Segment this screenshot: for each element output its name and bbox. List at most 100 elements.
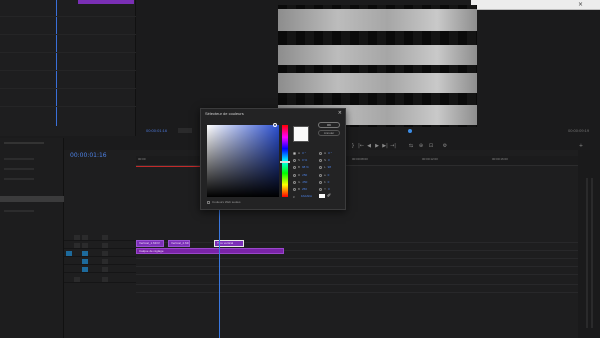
meter-bar — [586, 178, 588, 328]
checkbox-icon[interactable] — [207, 200, 210, 204]
track-target-icon[interactable] — [82, 251, 88, 256]
ruler-tick: 00:00:16:00 — [492, 157, 508, 161]
color-field-cursor[interactable] — [273, 123, 277, 127]
step-back-icon[interactable]: ◀ — [366, 143, 372, 149]
lab-y-field[interactable]: Y0 — [319, 187, 330, 191]
adjustment-layer-clip[interactable]: Calque de réglage — [136, 248, 284, 254]
track-header-row — [64, 234, 136, 241]
program-playhead[interactable] — [408, 129, 412, 133]
cancel-button[interactable]: Annuler — [318, 130, 340, 136]
insert-icon[interactable]: ⊕ — [418, 143, 424, 149]
track-target-icon[interactable] — [82, 259, 88, 264]
lab-h-field[interactable]: H0 ° — [319, 151, 332, 155]
rgb-b-field[interactable]: B 250 — [293, 187, 307, 191]
track-lanes — [136, 236, 578, 296]
track-target-icon[interactable] — [82, 267, 88, 272]
lift-icon[interactable]: ⇆ — [408, 143, 414, 149]
radio-icon[interactable] — [319, 173, 322, 177]
track-label[interactable] — [102, 277, 108, 282]
radio-icon[interactable] — [293, 173, 296, 177]
step-forward-icon[interactable]: ▶| — [382, 143, 388, 149]
track-headers — [64, 234, 136, 290]
track-header-row — [64, 250, 136, 257]
lab-a-field[interactable]: a0 — [319, 173, 329, 177]
list-item[interactable] — [4, 158, 34, 160]
divider — [0, 88, 136, 89]
divider — [0, 34, 136, 35]
timeline-clip[interactable]: Vertical_2.MOV — [168, 240, 190, 247]
hsb-s-field[interactable]: S0 % — [293, 158, 307, 162]
track-sync-icon[interactable] — [82, 243, 88, 248]
track-lane[interactable] — [136, 268, 578, 275]
radio-icon[interactable] — [319, 151, 322, 155]
export-frame-icon[interactable]: ⊡ — [428, 143, 434, 149]
panel-header — [4, 142, 44, 144]
radio-icon[interactable] — [319, 187, 322, 191]
ruler-tick: 00:00:12:00 — [422, 157, 438, 161]
settings-icon[interactable]: ⚙ — [442, 143, 448, 149]
radio-icon[interactable] — [293, 165, 296, 169]
selected-list-item[interactable] — [0, 196, 64, 202]
radio-icon[interactable] — [319, 180, 322, 184]
color-picker-dialog: Sélecteur de couleurs × OK Annuler H0 ° … — [200, 108, 346, 210]
track-label[interactable] — [102, 243, 108, 248]
track-lock-icon[interactable] — [74, 277, 80, 282]
image-stripe — [278, 45, 477, 65]
lab-b-field[interactable]: b0 — [319, 180, 329, 184]
radio-icon[interactable] — [293, 187, 296, 191]
web-colors-checkbox[interactable]: Couleurs Web seules — [207, 200, 240, 204]
radio-icon[interactable] — [293, 180, 296, 184]
dialog-title: Sélecteur de couleurs — [205, 111, 244, 116]
track-label[interactable] — [102, 259, 108, 264]
audio-meters — [578, 150, 600, 338]
close-icon[interactable]: × — [578, 1, 583, 8]
hsb-b-field[interactable]: B 98 % — [293, 165, 309, 169]
track-label[interactable] — [102, 267, 108, 272]
current-color-swatch — [319, 194, 325, 198]
track-lane[interactable] — [136, 286, 578, 293]
hsb-h-field[interactable]: H0 ° — [293, 151, 306, 155]
saturation-brightness-field[interactable] — [207, 125, 279, 197]
program-timecode[interactable]: 00:00:01:16 — [146, 128, 167, 133]
mark-out-icon[interactable]: } — [350, 143, 356, 149]
track-lane[interactable] — [136, 236, 578, 243]
program-duration: 00:00:09:19 — [568, 128, 590, 133]
timeline-clip[interactable]: Vertical_1.MOV — [136, 240, 164, 247]
lab-l-field[interactable]: L 98 — [319, 165, 331, 169]
effect-controls-panel — [0, 0, 136, 136]
play-icon[interactable]: ▶ — [374, 143, 380, 149]
hue-slider-handle[interactable] — [280, 161, 290, 163]
track-lock-icon[interactable] — [74, 235, 80, 240]
rgb-r-field[interactable]: R 250 — [293, 173, 307, 177]
mini-timeline-clip[interactable] — [78, 0, 134, 4]
hex-input[interactable]: FAFAFA — [301, 194, 312, 198]
go-to-in-icon[interactable]: |← — [358, 143, 364, 149]
divider — [0, 16, 136, 17]
eyedropper-icon[interactable]: ✐ — [327, 193, 331, 199]
list-item[interactable] — [4, 178, 34, 180]
source-patch-icon[interactable] — [66, 251, 72, 256]
rgb-g-field[interactable]: G 250 — [293, 180, 307, 184]
track-lane[interactable] — [136, 278, 578, 285]
timeline-timecode[interactable]: 00:00:01:16 — [70, 152, 107, 159]
list-item[interactable] — [4, 168, 34, 170]
track-lane[interactable] — [136, 260, 578, 267]
ok-button[interactable]: OK — [318, 122, 340, 128]
track-label[interactable] — [102, 235, 108, 240]
lab-s-field[interactable]: S0 — [319, 158, 330, 162]
close-icon[interactable]: × — [338, 110, 342, 116]
radio-icon[interactable] — [319, 158, 322, 162]
track-lock-icon[interactable] — [74, 243, 80, 248]
go-to-out-icon[interactable]: →| — [390, 143, 396, 149]
mini-timeline-playhead[interactable] — [56, 0, 57, 126]
track-label[interactable] — [102, 251, 108, 256]
divider — [0, 52, 136, 53]
radio-icon[interactable] — [319, 165, 322, 169]
ruler-tick: 00:00:08:00 — [352, 157, 368, 161]
track-sync-icon[interactable] — [82, 235, 88, 240]
radio-icon[interactable] — [293, 151, 296, 155]
list-item[interactable] — [4, 210, 34, 212]
add-button-icon[interactable]: + — [578, 143, 584, 149]
zoom-select[interactable] — [178, 128, 192, 133]
radio-icon[interactable] — [293, 158, 296, 162]
